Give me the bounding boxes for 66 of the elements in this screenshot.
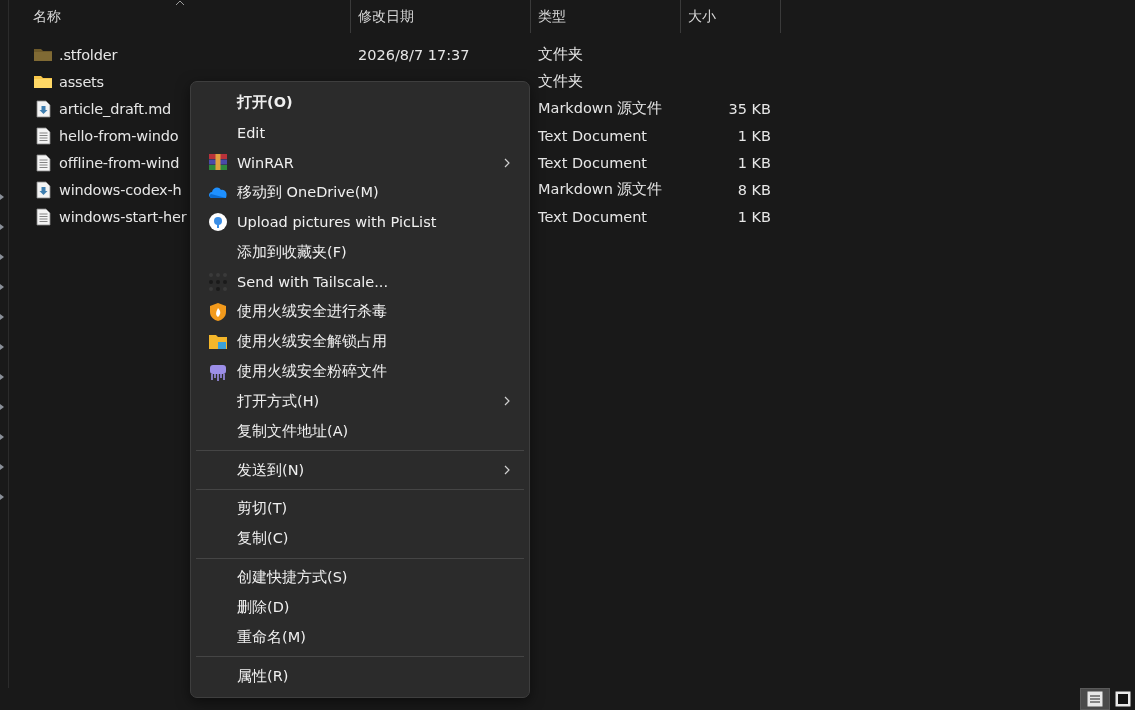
type-cell: Text Document	[538, 208, 648, 225]
chevron-icon[interactable]	[0, 254, 4, 260]
file-name[interactable]: windows-start-her	[59, 208, 187, 225]
type-cell: 文件夹	[538, 45, 583, 64]
menu-item[interactable]: 使用火绒安全粉碎文件	[196, 356, 524, 387]
menu-item[interactable]: 剪切(T)	[196, 493, 524, 524]
size-cell: 1 KB	[737, 154, 771, 171]
menu-item[interactable]: 发送到(N)	[196, 455, 524, 485]
file-name[interactable]: windows-codex-h	[59, 181, 182, 198]
menu-item[interactable]: Edit	[196, 117, 524, 148]
chevron-icon[interactable]	[0, 194, 4, 200]
size-cell: 8 KB	[737, 181, 771, 198]
file-icon	[34, 99, 52, 118]
menu-item[interactable]: 复制文件地址(A)	[196, 416, 524, 447]
menu-item[interactable]: 复制(C)	[196, 523, 524, 554]
chevron-icon[interactable]	[0, 314, 4, 320]
circle-logo-icon	[207, 212, 228, 233]
size-cell: 35 KB	[728, 100, 771, 117]
type-cell: Markdown 源文件	[538, 180, 663, 199]
menu-item[interactable]: 打开(O)	[196, 88, 524, 118]
chevron-icon[interactable]	[0, 494, 4, 500]
document-icon	[34, 153, 52, 172]
menu-item[interactable]: 移动到 OneDrive(M)	[196, 177, 524, 208]
menu-item[interactable]: Send with Tailscale...	[196, 267, 524, 297]
file-name[interactable]: article_draft.md	[59, 100, 172, 117]
type-cell: Markdown 源文件	[538, 99, 663, 118]
date-cell: 2026/8/7 17:37	[358, 46, 470, 63]
menu-item[interactable]: 属性(R)	[196, 661, 524, 692]
file-name[interactable]: .stfolder	[59, 46, 118, 63]
type-cell: Text Document	[538, 127, 648, 144]
shield-icon	[207, 301, 228, 322]
column-header[interactable]: 类型	[531, 0, 681, 33]
column-header[interactable]: 修改日期	[351, 0, 531, 33]
type-cell: 文件夹	[538, 72, 583, 91]
menu-item[interactable]: 打开方式(H)	[196, 386, 524, 417]
menu-item[interactable]: 重命名(M)	[196, 622, 524, 653]
details-view-button[interactable]	[1080, 688, 1110, 710]
size-cell: 1 KB	[737, 208, 771, 225]
chevron-icon[interactable]	[0, 374, 4, 380]
file-name[interactable]: offline-from-wind	[59, 154, 180, 171]
menu-item[interactable]: 使用火绒安全进行杀毒	[196, 296, 524, 327]
books-icon	[207, 152, 228, 173]
column-header[interactable]: 大小	[681, 0, 781, 33]
dot-grid-icon	[207, 272, 228, 292]
square-icon	[1115, 691, 1131, 707]
menu-item[interactable]: 使用火绒安全解锁占用	[196, 326, 524, 357]
column-header[interactable]: 名称	[9, 0, 351, 33]
chevron-icon[interactable]	[0, 284, 4, 290]
document-icon	[34, 126, 52, 145]
file-icon	[34, 180, 52, 199]
document-icon	[34, 207, 52, 226]
chevron-icon[interactable]	[0, 344, 4, 350]
type-cell: Text Document	[538, 154, 648, 171]
chevron-icon[interactable]	[0, 404, 4, 410]
list-icon	[1087, 691, 1103, 707]
chevron-icon[interactable]	[0, 434, 4, 440]
menu-item[interactable]: WinRAR	[196, 147, 524, 178]
menu-item[interactable]: 添加到收藏夹(F)	[196, 237, 524, 268]
file-name[interactable]: hello-from-windo	[59, 127, 179, 144]
file-name[interactable]: assets	[59, 73, 104, 90]
size-cell: 1 KB	[737, 127, 771, 144]
chevron-icon[interactable]	[0, 464, 4, 470]
menu-item[interactable]: 删除(D)	[196, 592, 524, 623]
menu-item[interactable]: Upload pictures with PicList	[196, 207, 524, 238]
menu-item[interactable]: 创建快捷方式(S)	[196, 562, 524, 593]
chevron-icon[interactable]	[0, 224, 4, 230]
